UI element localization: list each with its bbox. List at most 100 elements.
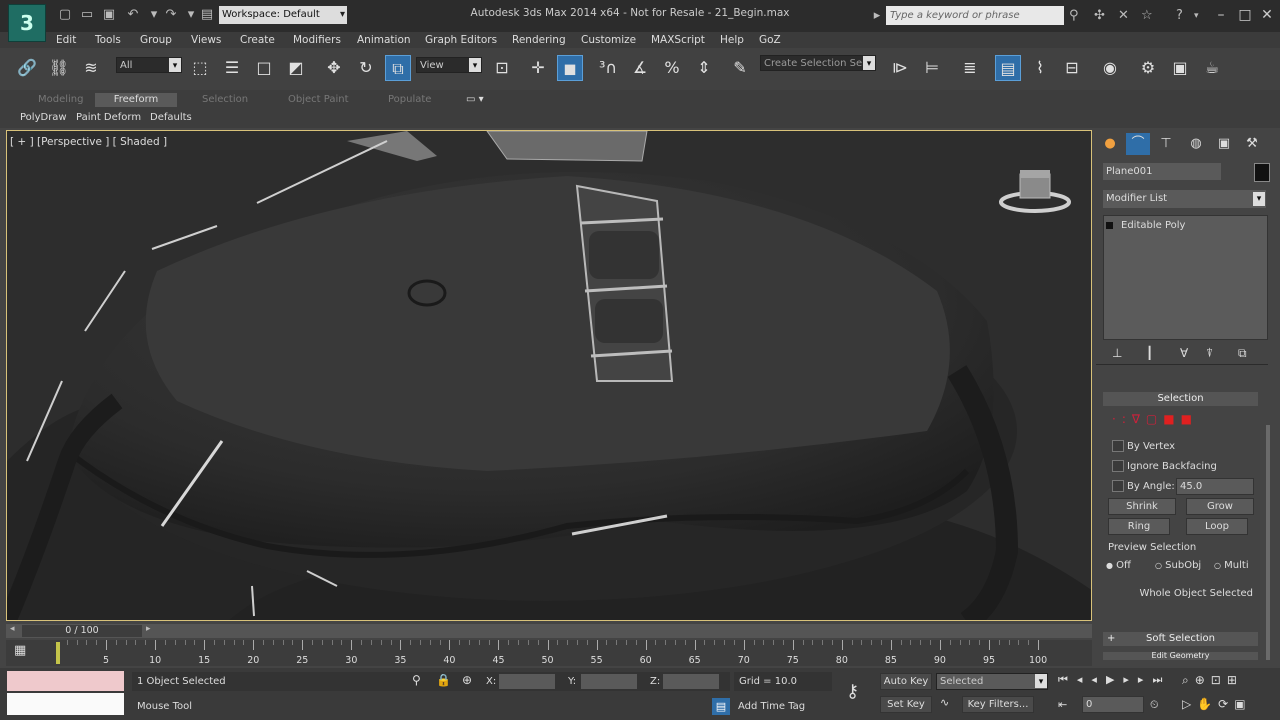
remove-modifier-icon[interactable]: ⍒: [1206, 346, 1213, 361]
reference-coordinate-dropdown[interactable]: View ▾: [416, 57, 482, 73]
time-tag-icon[interactable]: ▤: [712, 698, 730, 715]
ignore-backfacing-checkbox[interactable]: Ignore Backfacing: [1112, 460, 1217, 472]
show-end-result-icon[interactable]: ┃: [1146, 346, 1153, 360]
make-unique-icon[interactable]: ∀: [1180, 346, 1188, 360]
pin-stack-icon[interactable]: ⊥: [1112, 346, 1122, 360]
absolute-mode-icon[interactable]: ⊕: [462, 673, 472, 687]
align-icon[interactable]: ⊨: [919, 55, 945, 81]
menu-rendering[interactable]: Rendering: [512, 32, 566, 48]
command-panel-scrollbar[interactable]: [1266, 425, 1270, 660]
current-frame-field[interactable]: 0: [1082, 696, 1144, 713]
menu-help[interactable]: Help: [720, 32, 744, 48]
edit-geometry-rollout-header[interactable]: Edit Geometry: [1103, 652, 1258, 660]
panel-polydraw[interactable]: PolyDraw: [20, 110, 67, 125]
snaps-toggle-icon[interactable]: ³∩: [595, 55, 621, 81]
render-setup-icon[interactable]: ⚙: [1135, 55, 1161, 81]
unlink-icon[interactable]: ⛓: [46, 55, 72, 81]
close-window-button[interactable]: ✕: [1252, 4, 1280, 26]
object-color-swatch[interactable]: [1254, 163, 1270, 182]
select-object-icon[interactable]: ⬚: [187, 55, 213, 81]
maxscript-listener-input[interactable]: [7, 671, 124, 691]
modifier-stack[interactable]: [1103, 215, 1268, 340]
angle-snap-icon[interactable]: ∡: [627, 55, 653, 81]
tab-object-paint[interactable]: Object Paint: [288, 93, 349, 107]
move-icon[interactable]: ✥: [321, 55, 347, 81]
tools-icon[interactable]: ✣: [1094, 8, 1105, 23]
preview-multi-radio[interactable]: ○ Multi: [1214, 560, 1249, 571]
y-coordinate-field[interactable]: [580, 673, 638, 690]
perspective-viewport[interactable]: [6, 130, 1092, 621]
menu-goz[interactable]: GoZ: [759, 32, 781, 48]
soft-selection-rollout-header[interactable]: + Soft Selection: [1103, 632, 1258, 646]
undo-dropdown-icon[interactable]: ▾: [145, 6, 163, 24]
new-file-icon[interactable]: ▢: [56, 6, 74, 24]
binoculars-icon[interactable]: ⚲: [1069, 8, 1079, 23]
menu-maxscript[interactable]: MAXScript: [651, 32, 705, 48]
tab-populate[interactable]: Populate: [388, 93, 431, 107]
undo-icon[interactable]: ↶: [124, 6, 142, 24]
x-coordinate-field[interactable]: [498, 673, 556, 690]
menu-graph-editors[interactable]: Graph Editors: [425, 32, 497, 48]
configure-sets-icon[interactable]: ⧉: [1238, 346, 1247, 361]
rendered-frame-window-icon[interactable]: ▣: [1167, 55, 1193, 81]
z-coordinate-field[interactable]: [662, 673, 720, 690]
spinner-snap-icon[interactable]: ⇕: [691, 55, 717, 81]
slider-next-icon[interactable]: ▸: [146, 624, 151, 634]
window-crossing-icon[interactable]: ◩: [283, 55, 309, 81]
mini-curve-editor-icon[interactable]: ▦: [14, 643, 26, 658]
utilities-tab-icon[interactable]: ⚒: [1240, 133, 1264, 155]
by-angle-checkbox[interactable]: By Angle:: [1112, 480, 1175, 492]
key-filters-button[interactable]: Key Filters...: [962, 696, 1034, 713]
add-time-tag[interactable]: Add Time Tag: [738, 701, 805, 712]
ribbon-options-icon[interactable]: ▭ ▾: [466, 93, 484, 107]
slider-prev-icon[interactable]: ◂: [10, 624, 15, 634]
mirror-icon[interactable]: ⧐: [887, 55, 913, 81]
pivot-center-icon[interactable]: ⊡: [489, 55, 515, 81]
redo-icon[interactable]: ↷: [162, 6, 180, 24]
playback-controls[interactable]: ⏮◂◂▶▸▸⏭: [1058, 673, 1171, 687]
project-folder-icon[interactable]: ▤: [198, 6, 216, 24]
panel-defaults[interactable]: Defaults: [150, 110, 192, 125]
preview-subobj-radio[interactable]: ○ SubObj: [1155, 560, 1201, 571]
stack-item-editable-poly[interactable]: Editable Poly: [1106, 219, 1262, 233]
menu-views[interactable]: Views: [191, 32, 221, 48]
menu-customize[interactable]: Customize: [581, 32, 636, 48]
layer-manager-icon[interactable]: ≣: [957, 55, 983, 81]
keyboard-shortcut-override-icon[interactable]: ◼: [557, 55, 583, 81]
tab-freeform[interactable]: Freeform: [95, 93, 177, 107]
by-vertex-checkbox[interactable]: By Vertex: [1112, 440, 1175, 452]
ring-button[interactable]: Ring: [1108, 518, 1170, 535]
motion-tab-icon[interactable]: ◍: [1184, 133, 1208, 155]
rectangular-selection-icon[interactable]: □: [251, 55, 277, 81]
viewport-nav-row-2[interactable]: ▷✋⟳▣: [1182, 697, 1252, 711]
viewport-label[interactable]: [ + ] [Perspective ] [ Shaded ]: [10, 136, 167, 148]
modifier-list-dropdown[interactable]: Modifier List ▾: [1103, 190, 1266, 208]
object-name-field[interactable]: Plane001: [1103, 163, 1221, 180]
menu-tools[interactable]: Tools: [95, 32, 121, 48]
select-by-name-icon[interactable]: ☰: [219, 55, 245, 81]
create-tab-icon[interactable]: ●: [1098, 133, 1122, 155]
set-key-icon[interactable]: ⚷: [846, 681, 859, 702]
star-icon[interactable]: ☆: [1141, 8, 1153, 23]
render-production-icon[interactable]: ☕: [1199, 55, 1225, 81]
tab-selection[interactable]: Selection: [202, 93, 248, 107]
exchange-icon[interactable]: ✕: [1118, 8, 1129, 23]
menu-group[interactable]: Group: [140, 32, 172, 48]
app-menu-logo[interactable]: 3: [8, 4, 46, 42]
selection-lock-icon[interactable]: 🔒: [436, 673, 451, 687]
selection-filter-dropdown[interactable]: All ▾: [116, 57, 182, 73]
menu-create[interactable]: Create: [240, 32, 275, 48]
bind-spacewarp-icon[interactable]: ≋: [78, 55, 104, 81]
material-editor-icon[interactable]: ◉: [1097, 55, 1123, 81]
menu-edit[interactable]: Edit: [56, 32, 76, 48]
menu-modifiers[interactable]: Modifiers: [293, 32, 341, 48]
shrink-button[interactable]: Shrink: [1108, 498, 1176, 515]
graphite-ribbon-icon[interactable]: ▤: [995, 55, 1021, 81]
preview-off-radio[interactable]: ● Off: [1106, 560, 1131, 571]
grow-button[interactable]: Grow: [1186, 498, 1254, 515]
link-icon[interactable]: 🔗: [14, 55, 40, 81]
edit-named-selection-icon[interactable]: ✎: [727, 55, 753, 81]
menu-animation[interactable]: Animation: [357, 32, 411, 48]
isolate-selection-icon[interactable]: ⚲: [412, 673, 421, 687]
time-slider-track[interactable]: [6, 624, 1092, 638]
